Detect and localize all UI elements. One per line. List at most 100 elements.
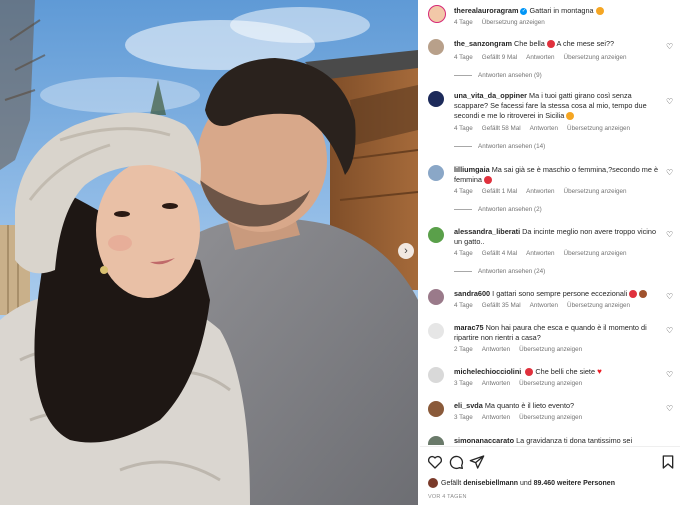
comment-text: I gattari sono sempre persone eccezional… <box>492 289 628 298</box>
action-bar <box>420 454 680 470</box>
comment-reply-button[interactable]: Antworten <box>526 54 554 61</box>
likes-summary: Gefällt denisebiellmann und 89.460 weite… <box>428 478 615 488</box>
commenter-avatar[interactable] <box>428 165 444 181</box>
comment-like-heart-icon[interactable]: ♡ <box>666 231 673 239</box>
likes-count[interactable]: 89.460 weitere Personen <box>534 480 615 487</box>
comment-username[interactable]: marac75 <box>454 323 484 332</box>
commenter-avatar[interactable] <box>428 367 444 383</box>
heart-eyes-emoji-icon <box>546 40 555 49</box>
commenter-avatar[interactable] <box>428 323 444 339</box>
comment-like-count[interactable]: Gefällt 35 Mal <box>482 302 521 309</box>
paper-plane-icon[interactable] <box>469 454 485 470</box>
comment-username[interactable]: simonanaccarato <box>454 436 514 445</box>
author-avatar[interactable] <box>428 5 446 23</box>
comment-bubble-icon[interactable] <box>448 454 464 470</box>
comment-row: lilliumgaia Ma sai già se è maschio o fe… <box>420 164 680 216</box>
grimace-emoji-icon <box>566 112 575 121</box>
comment-age: 4 Tage <box>454 54 473 61</box>
comment-like-count[interactable]: Gefällt 4 Mal <box>482 250 517 257</box>
comment-row: eli_svda Ma quanto è il lieto evento? ♡ … <box>420 400 680 424</box>
view-replies-link[interactable]: Antworten ansehen (9) <box>454 72 542 79</box>
divider <box>420 446 680 447</box>
comment-username[interactable]: alessandra_liberati <box>454 227 520 236</box>
commenter-avatar[interactable] <box>428 289 444 305</box>
heart-outline-icon[interactable] <box>427 454 443 470</box>
commenter-avatar[interactable] <box>428 39 444 55</box>
comment-age: 3 Tage <box>454 414 473 421</box>
commenter-avatar[interactable] <box>428 227 444 243</box>
chevron-right-icon[interactable]: › <box>398 243 414 259</box>
likes-connector: und <box>520 479 532 487</box>
view-replies-link[interactable]: Antworten ansehen (24) <box>454 268 545 275</box>
comment-like-count[interactable]: Gefällt 9 Mal <box>482 54 517 61</box>
caption-text: Gattari in montagna <box>529 6 594 15</box>
comment-username[interactable]: the_sanzongram <box>454 39 512 48</box>
comment-age: 4 Tage <box>454 125 473 132</box>
post-side-panel: therealauroragram ✓ Gattari in montagna 4 … <box>420 0 680 505</box>
liker-avatar[interactable] <box>428 478 438 488</box>
comment-row: simonanaccarato La gravidanza ti dona ta… <box>420 434 680 445</box>
comment-translate-link[interactable]: Übersetzung anzeigen <box>564 188 627 195</box>
comment-translate-link[interactable]: Übersetzung anzeigen <box>519 346 582 353</box>
comment-username[interactable]: lilliumgaia <box>454 165 490 174</box>
comment-like-heart-icon[interactable]: ♡ <box>666 43 673 51</box>
comment-translate-link[interactable]: Übersetzung anzeigen <box>519 380 582 387</box>
heart-eyes-emoji-icon <box>483 176 492 185</box>
comment-like-heart-icon[interactable]: ♡ <box>666 98 673 106</box>
commenter-avatar[interactable] <box>428 436 444 445</box>
comment-like-heart-icon[interactable]: ♡ <box>666 169 673 177</box>
comment-translate-link[interactable]: Übersetzung anzeigen <box>567 125 630 132</box>
cat-emoji-icon <box>595 7 604 16</box>
comment-row: the_sanzongram Che bella A che mese sei?… <box>420 38 680 82</box>
comment-username[interactable]: una_vita_da_oppiner <box>454 91 527 100</box>
view-replies-link[interactable]: Antworten ansehen (2) <box>454 206 542 213</box>
verified-badge-icon: ✓ <box>520 7 528 15</box>
author-username[interactable]: therealauroragram <box>454 6 518 15</box>
comment-translate-link[interactable]: Übersetzung anzeigen <box>567 302 630 309</box>
comment-translate-link[interactable]: Übersetzung anzeigen <box>564 250 627 257</box>
comment-reply-button[interactable]: Antworten <box>530 125 558 132</box>
comment-row: marac75 Non hai paura che esca e quando … <box>420 322 680 356</box>
commenter-avatar[interactable] <box>428 91 444 107</box>
caption-age: 4 Tage <box>454 19 473 26</box>
comment-text: Che bella <box>514 39 545 48</box>
caption-row: therealauroragram ✓ Gattari in montagna 4 … <box>420 4 680 30</box>
comment-age: 4 Tage <box>454 250 473 257</box>
red-heart-emoji-icon: ♥ <box>597 367 602 376</box>
comment-text: Ma quanto è il lieto evento? <box>484 401 575 410</box>
comment-translate-link[interactable]: Übersetzung anzeigen <box>564 54 627 61</box>
comment-row: alessandra_liberati Da incinte meglio no… <box>420 226 680 278</box>
likes-prefix: Gefällt <box>441 479 462 487</box>
comment-like-heart-icon[interactable]: ♡ <box>666 405 673 413</box>
comment-reply-button[interactable]: Antworten <box>482 346 510 353</box>
comment-translate-link[interactable]: Übersetzung anzeigen <box>519 414 582 421</box>
comment-age: 4 Tage <box>454 188 473 195</box>
comment-reply-button[interactable]: Antworten <box>526 250 554 257</box>
post-timestamp[interactable]: VOR 4 TAGEN <box>428 494 467 500</box>
commenter-avatar[interactable] <box>428 401 444 417</box>
comment-like-count[interactable]: Gefällt 1 Mal <box>482 188 517 195</box>
liker-username[interactable]: denisebiellmann <box>463 480 518 487</box>
bookmark-icon[interactable] <box>660 454 676 470</box>
comment-username[interactable]: sandra600 <box>454 289 490 298</box>
comment-reply-button[interactable]: Antworten <box>482 414 510 421</box>
heart-eyes-emoji-icon <box>525 368 534 377</box>
comment-like-heart-icon[interactable]: ♡ <box>666 293 673 301</box>
heart-eyes-emoji-icon <box>629 290 638 299</box>
comment-age: 2 Tage <box>454 346 473 353</box>
post-photo[interactable]: › <box>0 0 418 505</box>
comment-username[interactable]: eli_svda <box>454 401 483 410</box>
comment-reply-button[interactable]: Antworten <box>482 380 510 387</box>
view-replies-link[interactable]: Antworten ansehen (14) <box>454 143 545 150</box>
comment-like-count[interactable]: Gefällt 58 Mal <box>482 125 521 132</box>
comment-username[interactable]: michelechiocciolini <box>454 367 521 376</box>
comment-row: michelechiocciolini Che belli che siete … <box>420 366 680 390</box>
comment-text: Che belli che siete <box>535 367 596 376</box>
comment-like-heart-icon[interactable]: ♡ <box>666 371 673 379</box>
comment-reply-button[interactable]: Antworten <box>530 302 558 309</box>
comment-reply-button[interactable]: Antworten <box>526 188 554 195</box>
couple-selfie-image <box>0 0 418 505</box>
comment-like-heart-icon[interactable]: ♡ <box>666 327 673 335</box>
caption-translate-link[interactable]: Übersetzung anzeigen <box>482 19 545 26</box>
paw-emoji-icon <box>639 290 648 299</box>
